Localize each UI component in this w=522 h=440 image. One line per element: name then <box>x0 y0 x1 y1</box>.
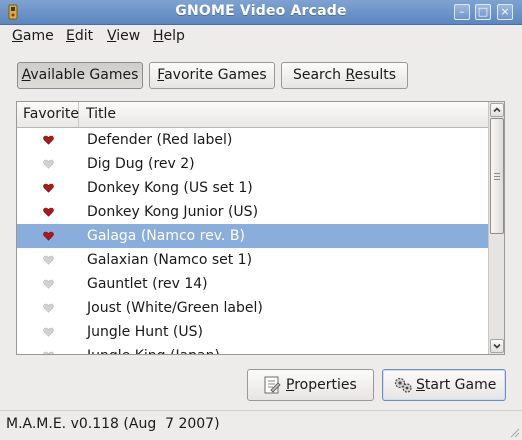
properties-icon <box>264 376 281 394</box>
scroll-down-button[interactable] <box>490 339 504 353</box>
list-item[interactable]: Gauntlet (rev 14) <box>17 272 488 296</box>
heart-empty-icon[interactable] <box>43 351 54 354</box>
list-item[interactable]: Jungle King (Japan) <box>17 344 488 354</box>
vertical-scrollbar[interactable] <box>488 102 504 354</box>
search-results-tab[interactable]: Search Results <box>281 62 408 89</box>
start-game-button[interactable]: Start Game <box>382 369 506 401</box>
list-item[interactable]: Joust (White/Green label) <box>17 296 488 320</box>
close-button[interactable]: × <box>497 4 513 20</box>
list-item[interactable]: Galaxian (Namco set 1) <box>17 248 488 272</box>
properties-button[interactable]: Properties <box>247 369 374 401</box>
game-title: Jungle Hunt (US) <box>87 324 203 340</box>
window-title: GNOME Video Arcade <box>175 3 347 19</box>
favorite-column-header[interactable]: Favorite <box>17 102 79 127</box>
maximize-button[interactable]: □ <box>475 4 491 20</box>
menu-game[interactable]: Game <box>12 28 54 44</box>
list-item[interactable]: Donkey Kong Junior (US) <box>17 200 488 224</box>
game-title: Galaxian (Namco set 1) <box>87 252 253 268</box>
heart-filled-icon[interactable] <box>43 231 54 241</box>
menu-view[interactable]: View <box>107 28 140 44</box>
game-title: Galaga (Namco rev. B) <box>87 228 245 244</box>
gears-icon <box>394 377 412 393</box>
scroll-up-button[interactable] <box>490 103 504 117</box>
available-games-tab[interactable]: Available Games <box>17 62 143 89</box>
heart-empty-icon[interactable] <box>43 159 54 169</box>
game-title: Donkey Kong Junior (US) <box>87 204 259 220</box>
scroll-thumb[interactable] <box>490 118 504 234</box>
menu-help[interactable]: Help <box>153 28 185 44</box>
game-title: Jungle King (Japan) <box>87 344 220 354</box>
heart-empty-icon[interactable] <box>43 279 54 289</box>
status-text: M.A.M.E. v0.118 (Aug 7 2007) <box>6 416 220 432</box>
list-rows: Defender (Red label) Dig Dug (rev 2) Donke… <box>17 128 488 354</box>
heart-empty-icon[interactable] <box>43 303 54 313</box>
heart-empty-icon[interactable] <box>43 255 54 265</box>
list-item[interactable]: Defender (Red label) <box>17 128 488 152</box>
game-title: Dig Dug (rev 2) <box>87 156 195 172</box>
game-title: Defender (Red label) <box>87 132 233 148</box>
heart-filled-icon[interactable] <box>43 183 54 193</box>
list-header: Favorite Title <box>17 102 488 128</box>
list-item[interactable]: Donkey Kong (US set 1) <box>17 176 488 200</box>
chevron-up-icon <box>493 107 501 113</box>
game-title: Donkey Kong (US set 1) <box>87 180 253 196</box>
list-item[interactable]: Dig Dug (rev 2) <box>17 152 488 176</box>
minimize-button[interactable]: – <box>454 4 470 20</box>
heart-filled-icon[interactable] <box>43 135 54 145</box>
list-item[interactable]: Galaga (Namco rev. B) <box>17 224 488 248</box>
game-title: Gauntlet (rev 14) <box>87 276 208 292</box>
title-bar[interactable]: GNOME Video Arcade – □ × <box>0 0 522 25</box>
menu-edit[interactable]: Edit <box>66 28 93 44</box>
list-item[interactable]: Jungle Hunt (US) <box>17 320 488 344</box>
title-column-header[interactable]: Title <box>80 102 116 127</box>
games-list[interactable]: Favorite Title Defender (Red label) Dig D… <box>16 101 505 355</box>
menu-bar: Game Edit View Help <box>0 24 522 48</box>
heart-filled-icon[interactable] <box>43 207 54 217</box>
heart-empty-icon[interactable] <box>43 327 54 337</box>
chevron-down-icon <box>493 343 501 349</box>
main-window: GNOME Video Arcade – □ × Game Edit View … <box>0 0 522 439</box>
resize-grip-icon[interactable] <box>508 426 520 438</box>
favorite-games-tab[interactable]: Favorite Games <box>149 62 275 89</box>
game-title: Joust (White/Green label) <box>87 300 263 316</box>
status-bar: M.A.M.E. v0.118 (Aug 7 2007) <box>0 410 522 440</box>
